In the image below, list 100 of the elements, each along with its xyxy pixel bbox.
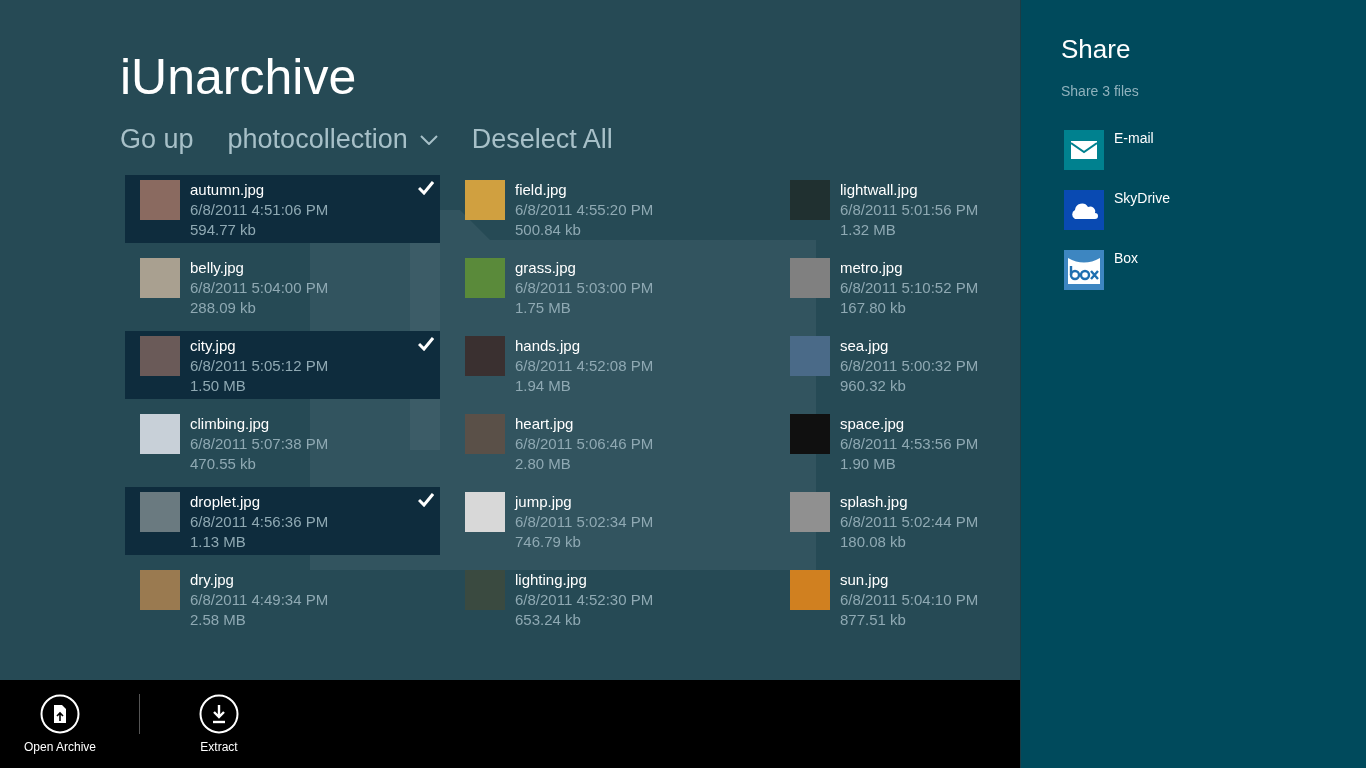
cloud-icon <box>1070 201 1098 219</box>
file-name: space.jpg <box>840 414 905 434</box>
share-target-tile[interactable] <box>1064 190 1104 230</box>
file-size: 594.77 kb <box>190 220 256 240</box>
photo-placeholder <box>140 414 180 454</box>
file-item[interactable]: sea.jpg 6/8/2011 5:00:32 PM 960.32 kb <box>775 331 1090 399</box>
file-size: 746.79 kb <box>515 532 581 552</box>
photo-placeholder <box>790 258 830 298</box>
file-item[interactable]: droplet.jpg 6/8/2011 4:56:36 PM 1.13 MB <box>125 487 440 555</box>
file-date: 6/8/2011 5:04:10 PM <box>840 590 979 610</box>
file-name: sea.jpg <box>840 336 889 356</box>
app-bar-button[interactable]: Open Archive <box>0 680 120 754</box>
file-name: sun.jpg <box>840 570 889 590</box>
file-date: 6/8/2011 4:49:34 PM <box>190 590 329 610</box>
file-item[interactable]: lighting.jpg 6/8/2011 4:52:30 PM 653.24 kb <box>450 565 765 633</box>
photo-placeholder <box>790 492 830 532</box>
file-name: lightwall.jpg <box>840 180 918 200</box>
file-item[interactable]: belly.jpg 6/8/2011 5:04:00 PM 288.09 kb <box>125 253 440 321</box>
file-item[interactable]: jump.jpg 6/8/2011 5:02:34 PM 746.79 kb <box>450 487 765 555</box>
envelope-icon <box>1071 141 1097 159</box>
file-size: 1.90 MB <box>840 454 896 474</box>
photo-placeholder <box>465 336 505 376</box>
photo-placeholder <box>465 180 505 220</box>
file-name: autumn.jpg <box>190 180 265 200</box>
photo-placeholder <box>140 570 180 610</box>
file-name: hands.jpg <box>515 336 581 356</box>
app-bar-button[interactable]: Extract <box>159 680 279 754</box>
photo-placeholder <box>140 258 180 298</box>
share-target-tile[interactable] <box>1064 130 1104 170</box>
file-date: 6/8/2011 5:04:00 PM <box>190 278 329 298</box>
file-name: field.jpg <box>515 180 567 200</box>
file-size: 1.50 MB <box>190 376 246 396</box>
photo-placeholder <box>790 414 830 454</box>
file-date: 6/8/2011 5:10:52 PM <box>840 278 979 298</box>
file-item[interactable]: autumn.jpg 6/8/2011 4:51:06 PM 594.77 kb <box>125 175 440 243</box>
download-icon <box>199 694 239 734</box>
file-date: 6/8/2011 5:01:56 PM <box>840 200 979 220</box>
file-date: 6/8/2011 4:55:20 PM <box>515 200 654 220</box>
file-date: 6/8/2011 5:05:12 PM <box>190 356 329 376</box>
file-name: dry.jpg <box>190 570 234 590</box>
file-size: 1.75 MB <box>515 298 571 318</box>
file-name: splash.jpg <box>840 492 908 512</box>
file-size: 500.84 kb <box>515 220 581 240</box>
file-name: jump.jpg <box>515 492 572 512</box>
share-target-label[interactable]: Box <box>1114 250 1139 266</box>
file-item[interactable]: climbing.jpg 6/8/2011 5:07:38 PM 470.55 kb <box>125 409 440 477</box>
photo-placeholder <box>140 492 180 532</box>
file-size: 1.13 MB <box>190 532 246 552</box>
file-name: droplet.jpg <box>190 492 261 512</box>
file-item[interactable]: grass.jpg 6/8/2011 5:03:00 PM 1.75 MB <box>450 253 765 321</box>
share-subtitle: Share 3 files <box>1061 83 1139 99</box>
file-name: heart.jpg <box>515 414 574 434</box>
file-date: 6/8/2011 4:52:08 PM <box>515 356 654 376</box>
nav-link[interactable]: Go up <box>120 124 194 155</box>
file-name: lighting.jpg <box>515 570 587 590</box>
box-logo-icon <box>1067 255 1101 285</box>
file-date: 6/8/2011 5:02:44 PM <box>840 512 979 532</box>
file-name: city.jpg <box>190 336 236 356</box>
file-date: 6/8/2011 5:03:00 PM <box>515 278 654 298</box>
file-size: 2.80 MB <box>515 454 571 474</box>
photo-placeholder <box>465 492 505 532</box>
nav-link[interactable]: Deselect All <box>471 124 613 155</box>
photo-placeholder <box>790 180 830 220</box>
file-item[interactable]: lightwall.jpg 6/8/2011 5:01:56 PM 1.32 MB <box>775 175 1090 243</box>
file-item[interactable]: metro.jpg 6/8/2011 5:10:52 PM 167.80 kb <box>775 253 1090 321</box>
file-name: belly.jpg <box>190 258 244 278</box>
file-item[interactable]: city.jpg 6/8/2011 5:05:12 PM 1.50 MB <box>125 331 440 399</box>
file-date: 6/8/2011 5:07:38 PM <box>190 434 329 454</box>
file-size: 288.09 kb <box>190 298 256 318</box>
photo-placeholder <box>465 258 505 298</box>
photo-placeholder <box>465 414 505 454</box>
app-title: iUnarchive <box>120 48 357 106</box>
file-item[interactable]: space.jpg 6/8/2011 4:53:56 PM 1.90 MB <box>775 409 1090 477</box>
file-date: 6/8/2011 5:00:32 PM <box>840 356 979 376</box>
file-item[interactable]: dry.jpg 6/8/2011 4:49:34 PM 2.58 MB <box>125 565 440 633</box>
folder-dropdown[interactable]: photocollection <box>227 124 438 155</box>
file-size: 167.80 kb <box>840 298 906 318</box>
photo-placeholder <box>140 336 180 376</box>
file-item[interactable]: sun.jpg 6/8/2011 5:04:10 PM 877.51 kb <box>775 565 1090 633</box>
photo-placeholder <box>790 336 830 376</box>
file-size: 2.58 MB <box>190 610 246 630</box>
check-icon <box>418 493 434 507</box>
check-icon <box>418 337 434 351</box>
file-size: 180.08 kb <box>840 532 906 552</box>
file-item[interactable]: field.jpg 6/8/2011 4:55:20 PM 500.84 kb <box>450 175 765 243</box>
share-title: Share <box>1061 34 1131 65</box>
file-name: metro.jpg <box>840 258 903 278</box>
file-item[interactable]: heart.jpg 6/8/2011 5:06:46 PM 2.80 MB <box>450 409 765 477</box>
photo-placeholder <box>140 180 180 220</box>
file-size: 653.24 kb <box>515 610 581 630</box>
share-target-tile[interactable] <box>1064 250 1104 290</box>
file-name: climbing.jpg <box>190 414 270 434</box>
file-size: 877.51 kb <box>840 610 906 630</box>
file-item[interactable]: hands.jpg 6/8/2011 4:52:08 PM 1.94 MB <box>450 331 765 399</box>
file-item[interactable]: splash.jpg 6/8/2011 5:02:44 PM 180.08 kb <box>775 487 1090 555</box>
file-size: 1.94 MB <box>515 376 571 396</box>
check-icon <box>418 181 434 195</box>
share-target-label[interactable]: SkyDrive <box>1114 190 1170 206</box>
share-target-label[interactable]: E-mail <box>1114 130 1154 146</box>
file-date: 6/8/2011 4:56:36 PM <box>190 512 329 532</box>
